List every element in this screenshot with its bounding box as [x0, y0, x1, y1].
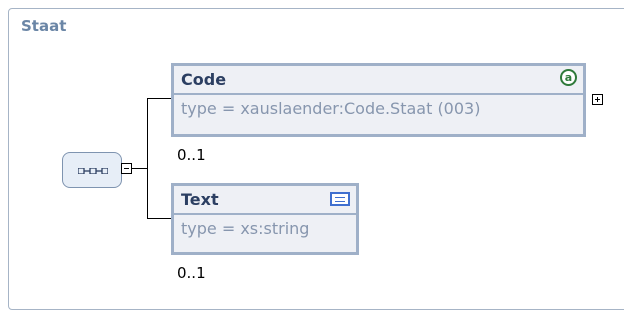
element-text[interactable]: Text type = xs:string	[171, 183, 359, 255]
element-text-divider	[174, 213, 356, 215]
diagram-title: Staat	[21, 17, 67, 35]
element-code-type: type = xauslaender:Code.Staat (003)	[181, 99, 481, 118]
element-code-cardinality: 0..1	[177, 146, 206, 164]
element-code-expand-toggle[interactable]	[592, 94, 603, 105]
element-text-type: type = xs:string	[181, 219, 310, 238]
connector-branch-text	[147, 218, 171, 219]
element-code-name: Code	[181, 70, 227, 89]
connector-trunk	[147, 98, 148, 218]
element-code-divider	[174, 93, 583, 95]
element-text-cardinality: 0..1	[177, 264, 206, 282]
sequence-compositor[interactable]	[62, 152, 122, 188]
element-text-name: Text	[181, 190, 219, 209]
sequence-icon	[78, 168, 108, 174]
sequence-collapse-toggle[interactable]	[121, 163, 132, 174]
documentation-icon	[330, 192, 350, 206]
connector-stub	[132, 168, 148, 169]
element-code[interactable]: Code a type = xauslaender:Code.Staat (00…	[171, 63, 586, 137]
attribute-icon: a	[560, 69, 577, 86]
connector-branch-code	[147, 98, 171, 99]
